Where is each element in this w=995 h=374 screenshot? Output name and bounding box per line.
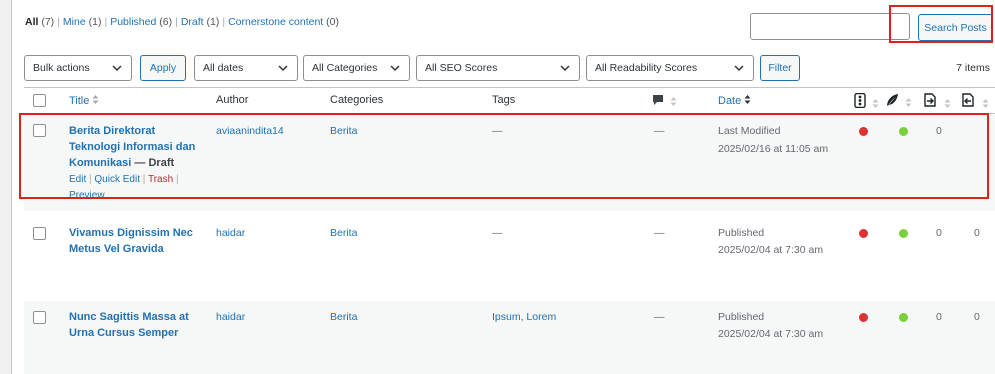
readability-score-dot <box>899 229 908 238</box>
comments-cell: — <box>654 125 665 137</box>
author-link[interactable]: haidar <box>216 309 245 325</box>
incoming-links-count: 0 <box>974 227 980 239</box>
tags-cell: — <box>492 227 503 239</box>
date-status: Published <box>718 311 765 323</box>
seo-score-column-sort[interactable] <box>854 92 879 112</box>
author-link[interactable]: haidar <box>216 225 245 241</box>
bulk-actions-value: Bulk actions <box>33 62 90 74</box>
post-status-views: All (7) | Mine (1) | Published (6) | Draft (1)… <box>25 16 339 28</box>
outgoing-links-count: 0 <box>936 227 942 239</box>
sort-arrows-icon <box>670 96 677 110</box>
post-state: — Draft <box>134 157 175 169</box>
column-categories: Categories <box>330 94 384 106</box>
select-all-checkbox[interactable] <box>33 94 46 107</box>
apply-button[interactable]: Apply <box>140 55 186 81</box>
sort-arrows-icon <box>905 97 912 111</box>
table-row: Berita Direktorat Teknologi Informasi da… <box>24 115 995 211</box>
author-link[interactable]: aviaanindita14 <box>216 123 284 139</box>
comments-cell: — <box>654 227 665 239</box>
categories-filter-value: All Categories <box>312 62 378 74</box>
sort-arrows-icon <box>744 94 751 108</box>
comments-column-sort[interactable] <box>652 94 677 110</box>
view-all[interactable]: All (7) <box>25 16 54 28</box>
incoming-links-column-sort[interactable] <box>960 92 989 112</box>
edit-link[interactable]: Edit <box>69 174 86 185</box>
sort-arrows-icon <box>982 98 989 112</box>
readability-scores-filter-select[interactable]: All Readability Scores <box>586 55 754 81</box>
seo-score-dot <box>859 127 868 136</box>
date-value: 2025/02/04 at 7:30 am <box>718 328 824 340</box>
chevron-down-icon <box>733 62 745 74</box>
categories-filter-select[interactable]: All Categories <box>303 55 410 81</box>
row-checkbox[interactable] <box>33 227 46 240</box>
incoming-links-icon <box>960 93 976 111</box>
readability-score-dot <box>899 313 908 322</box>
outgoing-links-icon <box>922 93 938 111</box>
posts-table-header: Title Author Categories Tags Date <box>24 87 995 114</box>
view-cornerstone[interactable]: Cornerstone content (0) <box>228 16 339 28</box>
column-title-sort[interactable]: Title <box>69 94 99 108</box>
outgoing-links-count: 0 <box>936 311 942 323</box>
date-value: 2025/02/04 at 7:30 am <box>718 244 824 256</box>
filter-button[interactable]: Filter <box>760 55 800 81</box>
chevron-down-icon <box>389 62 401 74</box>
date-status: Last Modified <box>718 125 781 137</box>
sort-arrows-icon <box>944 98 951 112</box>
comment-bubble-icon <box>652 95 664 109</box>
row-actions: Edit | Quick Edit | Trash | Preview <box>69 174 179 201</box>
category-link[interactable]: Berita <box>330 309 357 325</box>
view-mine[interactable]: Mine (1) <box>63 16 102 28</box>
table-row: Nunc Sagittis Massa at Urna Cursus Sempe… <box>24 301 995 374</box>
post-title-link[interactable]: Vivamus Dignissim Nec Metus Vel Gravida <box>69 227 193 255</box>
feather-icon <box>885 94 899 110</box>
sort-arrows-icon <box>92 94 99 108</box>
chevron-down-icon <box>277 62 289 74</box>
dates-filter-value: All dates <box>203 62 244 74</box>
tags-cell: — <box>492 125 503 137</box>
category-link[interactable]: Berita <box>330 225 357 241</box>
row-checkbox[interactable] <box>33 311 46 324</box>
outgoing-links-column-sort[interactable] <box>922 92 951 112</box>
column-date-sort[interactable]: Date <box>718 94 751 108</box>
tags-cell[interactable]: Ipsum, Lorem <box>492 309 556 325</box>
dates-filter-select[interactable]: All dates <box>194 55 298 81</box>
chevron-down-icon <box>111 62 123 74</box>
incoming-links-count: 0 <box>974 311 980 323</box>
category-link[interactable]: Berita <box>330 123 357 139</box>
readability-column-sort[interactable] <box>885 93 912 111</box>
quick-edit-link[interactable]: Quick Edit <box>94 174 140 185</box>
seo-scores-filter-value: All SEO Scores <box>425 62 498 74</box>
view-draft[interactable]: Draft (1) <box>181 16 220 28</box>
seo-score-dot <box>859 313 868 322</box>
view-published[interactable]: Published (6) <box>110 16 172 28</box>
post-title-link[interactable]: Nunc Sagittis Massa at Urna Cursus Sempe… <box>69 311 189 339</box>
column-author: Author <box>216 94 249 106</box>
seo-scores-filter-select[interactable]: All SEO Scores <box>416 55 580 81</box>
readability-scores-filter-value: All Readability Scores <box>595 62 698 74</box>
column-tags: Tags <box>492 94 516 106</box>
search-posts-button[interactable]: Search Posts <box>918 14 993 41</box>
comments-cell: — <box>654 311 665 323</box>
traffic-light-icon <box>854 92 866 111</box>
readability-score-dot <box>899 127 908 136</box>
search-posts-input[interactable] <box>750 13 910 40</box>
chevron-down-icon <box>559 62 571 74</box>
date-status: Published <box>718 227 765 239</box>
preview-link[interactable]: Preview <box>69 190 105 201</box>
table-row: Vivamus Dignissim Nec Metus Vel Gravida … <box>24 211 995 301</box>
post-title-link[interactable]: Berita Direktorat Teknologi Informasi da… <box>69 125 195 169</box>
row-checkbox[interactable] <box>33 124 46 137</box>
date-value: 2025/02/16 at 11:05 am <box>718 143 829 155</box>
trash-link[interactable]: Trash <box>148 174 173 185</box>
posts-list-panel: All (7) | Mine (1) | Published (6) | Draft (1)… <box>11 0 995 374</box>
seo-score-dot <box>859 229 868 238</box>
items-count: 7 items <box>956 62 990 74</box>
bulk-actions-select[interactable]: Bulk actions <box>24 55 132 81</box>
sort-arrows-icon <box>872 98 879 112</box>
outgoing-links-count: 0 <box>936 125 942 137</box>
